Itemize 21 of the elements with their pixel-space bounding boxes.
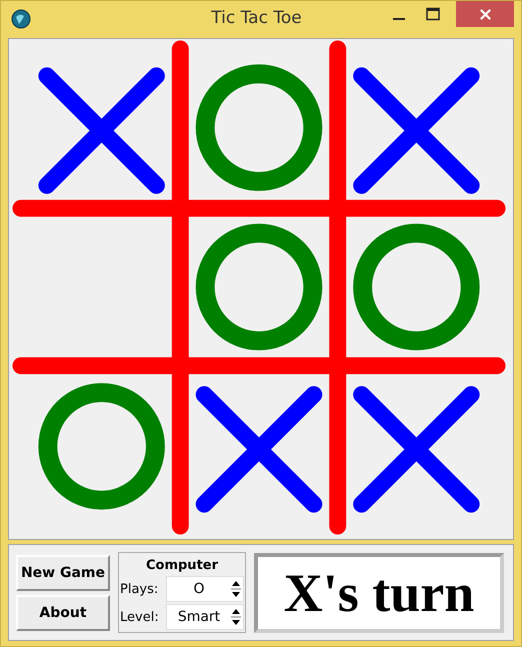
x-mark[interactable] <box>196 386 322 513</box>
x-mark[interactable] <box>353 67 480 194</box>
o-mark[interactable] <box>196 64 322 191</box>
about-button[interactable]: About <box>16 594 110 630</box>
x-mark[interactable] <box>38 67 165 194</box>
spin-field[interactable]: Smart <box>166 604 244 630</box>
spin-field[interactable]: O <box>166 576 244 602</box>
turn-status: X's turn <box>254 552 504 632</box>
field-label: Plays: <box>120 582 160 596</box>
x-mark[interactable] <box>353 386 480 513</box>
window-title: Tic Tac Toe <box>210 8 303 28</box>
o-mark[interactable] <box>38 383 165 510</box>
field-label: Level: <box>120 610 160 624</box>
close-icon[interactable] <box>478 8 492 20</box>
o-mark[interactable] <box>353 224 480 350</box>
maximize-icon[interactable] <box>426 7 440 21</box>
close-button[interactable] <box>456 1 514 27</box>
globe-icon <box>11 9 31 29</box>
o-mark[interactable] <box>196 224 322 350</box>
group-title: Computer <box>146 558 218 573</box>
new-game-button[interactable]: New Game <box>16 554 110 590</box>
